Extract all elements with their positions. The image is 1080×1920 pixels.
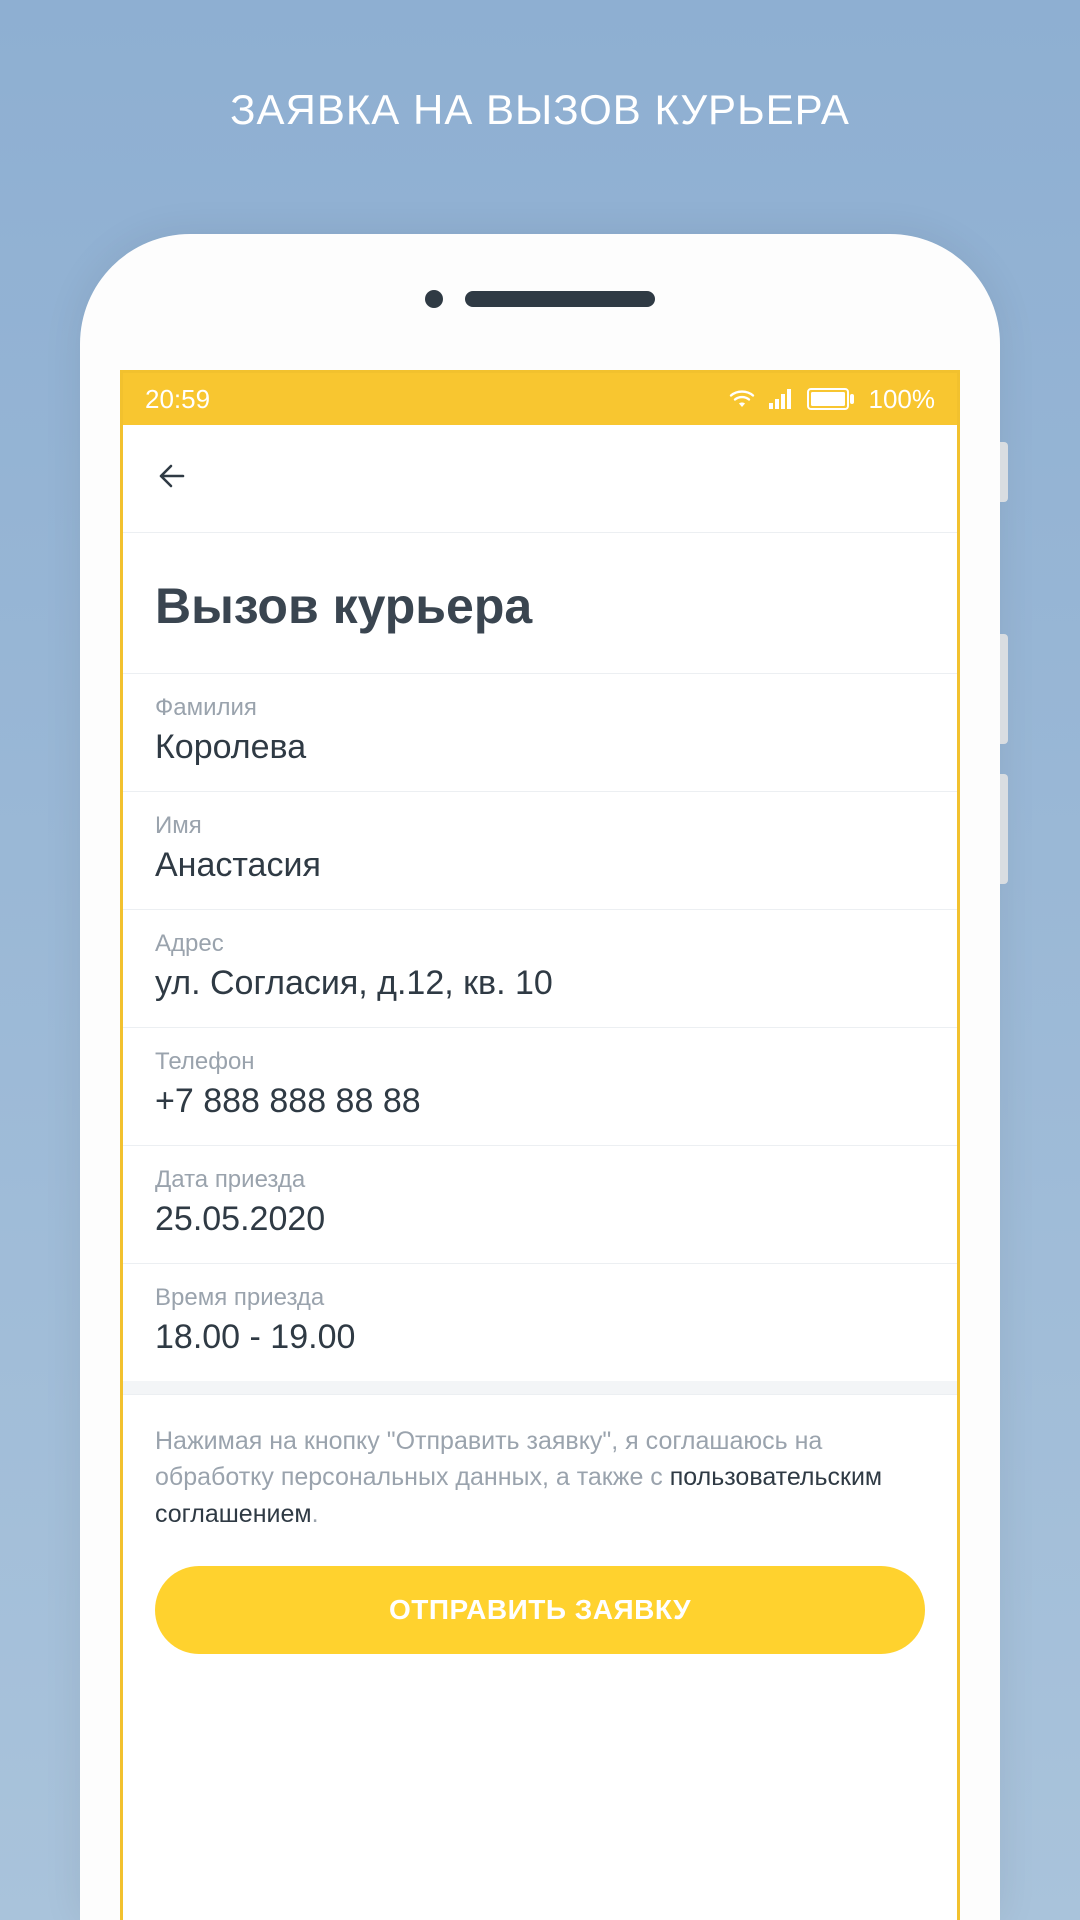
field-value: Королева [155, 728, 925, 767]
consent-suffix: . [312, 1500, 319, 1528]
promo-title: ЗАЯВКА НА ВЫЗОВ КУРЬЕРА [230, 86, 850, 134]
battery-icon [807, 388, 855, 410]
field-lastname[interactable]: Фамилия Королева [123, 673, 957, 791]
field-label: Имя [155, 812, 925, 840]
app-screen: 20:59 [120, 370, 960, 1920]
field-value: ул. Согласия, д.12, кв. 10 [155, 964, 925, 1003]
camera-dot-icon [425, 290, 443, 308]
content-area: Вызов курьера Фамилия Королева Имя Анаст… [123, 533, 957, 1920]
field-label: Дата приезда [155, 1166, 925, 1194]
back-button[interactable] [149, 455, 197, 503]
field-label: Время приезда [155, 1284, 925, 1312]
field-address[interactable]: Адрес ул. Согласия, д.12, кв. 10 [123, 909, 957, 1027]
field-arrival-date[interactable]: Дата приезда 25.05.2020 [123, 1145, 957, 1263]
submit-button[interactable]: ОТПРАВИТЬ ЗАЯВКУ [155, 1566, 925, 1654]
wifi-icon [729, 389, 755, 409]
speaker-slot-icon [465, 291, 655, 307]
field-arrival-time[interactable]: Время приезда 18.00 - 19.00 [123, 1263, 957, 1381]
promo-background: ЗАЯВКА НА ВЫЗОВ КУРЬЕРА 20:59 [0, 0, 1080, 1920]
status-bar: 20:59 [123, 373, 957, 425]
signal-icon [769, 389, 793, 409]
phone-side-button [1000, 774, 1008, 884]
field-phone[interactable]: Телефон +7 888 888 88 88 [123, 1027, 957, 1145]
field-label: Адрес [155, 930, 925, 958]
status-time: 20:59 [145, 384, 210, 415]
field-value: +7 888 888 88 88 [155, 1082, 925, 1121]
status-right: 100% [729, 384, 936, 415]
phone-earpiece [80, 290, 1000, 308]
phone-mockup: 20:59 [80, 234, 1000, 1920]
arrow-left-icon [155, 458, 191, 499]
field-label: Фамилия [155, 694, 925, 722]
field-value: Анастасия [155, 846, 925, 885]
nav-bar [123, 425, 957, 533]
battery-percent: 100% [869, 384, 936, 415]
page-title: Вызов курьера [123, 533, 957, 673]
field-value: 25.05.2020 [155, 1200, 925, 1239]
phone-side-button [1000, 442, 1008, 502]
consent-text: Нажимая на кнопку "Отправить заявку", я … [123, 1395, 957, 1556]
field-label: Телефон [155, 1048, 925, 1076]
field-firstname[interactable]: Имя Анастасия [123, 791, 957, 909]
section-divider [123, 1381, 957, 1395]
field-value: 18.00 - 19.00 [155, 1318, 925, 1357]
phone-side-button [1000, 634, 1008, 744]
